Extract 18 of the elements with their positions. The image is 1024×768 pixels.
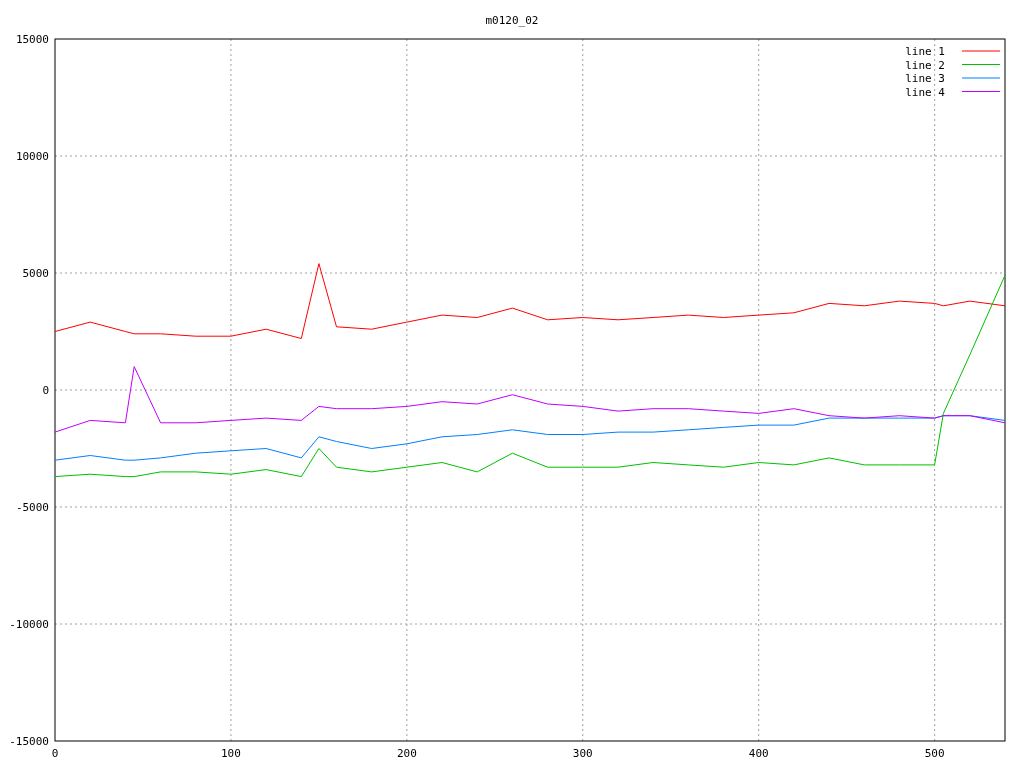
legend-label: line 1 (905, 45, 945, 58)
axis-tick-label: 15000 (15, 33, 49, 46)
axis-tick-label: 0 (42, 384, 49, 397)
legend-label: line 2 (905, 58, 945, 72)
axis-tick-label: 10000 (15, 150, 49, 163)
legend-label: line 3 (905, 72, 945, 85)
axis-tick-label: -5000 (15, 501, 49, 514)
axis-tick-label: -10000 (9, 618, 49, 631)
axis-tick-label: 5000 (22, 267, 49, 280)
legend-label: line 4 (905, 85, 945, 99)
axis-tick-label: 200 (396, 747, 417, 760)
axis-tick-label: 400 (748, 747, 769, 760)
axis-tick-label: 500 (924, 747, 945, 760)
chart-title: m0120_02 (485, 14, 539, 27)
axis-tick-label: 100 (221, 747, 241, 760)
axis-tick-label: -15000 (9, 735, 49, 748)
axis-tick-label: 0 (51, 747, 59, 760)
axis-tick-label: 300 (572, 747, 593, 760)
